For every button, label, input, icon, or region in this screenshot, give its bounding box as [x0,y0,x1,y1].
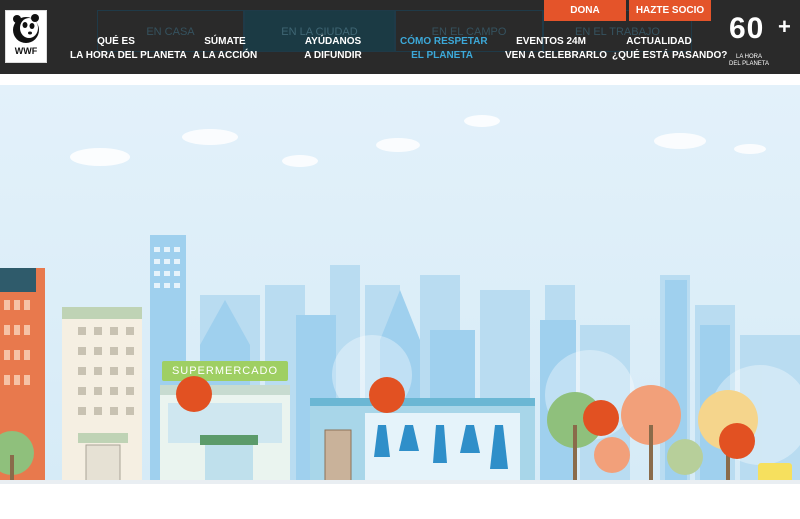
header: WWF EN CASA EN LA CIUDAD EN EL CAMPO EN … [0,0,800,74]
nav-eventos-24m[interactable]: EVENTOS 24M VEN A CELEBRARLO [505,35,608,63]
nav-label-line2: VEN A CELEBRARLO [505,50,608,61]
badge-caption: LA HORA DEL PLANETA [724,54,774,68]
hotspot-supermarket[interactable] [176,376,212,412]
nav-ayudanos[interactable]: AYÚDANOS A DIFUNDIR [298,35,368,63]
nav-label-line2: A LA ACCIÓN [192,50,258,61]
nav-sumate[interactable]: SÚMATE A LA ACCIÓN [190,35,260,63]
nav-label-line2: EL PLANETA [411,50,473,61]
nav-label-line2: A DIFUNDIR [304,50,362,61]
nav-label-line1: QUÉ ES [97,36,135,47]
badge-caption-line2: DEL PLANETA [728,61,769,67]
badge-caption-line1: LA HORA [735,54,762,60]
nav-label-line1: AYÚDANOS [304,36,362,47]
supermarket-sign: SUPERMERCADO [162,361,288,381]
donate-button[interactable]: DONA [544,0,626,21]
nav-como-respetar[interactable]: CÓMO RESPETAR EL PLANETA [400,35,488,63]
city-illustration: SUPERMERCADO [0,85,800,484]
earth-hour-badge[interactable]: 60 + LA HORA DEL PLANETA [724,10,794,68]
nav-actualidad[interactable]: ACTUALIDAD ¿QUÉ ESTÁ PASANDO? [612,35,728,63]
nav-que-es[interactable]: QUÉ ES LA HORA DEL PLANETA [70,35,187,63]
badge-number: 60 [729,12,765,45]
nav-label-line1: EVENTOS 24M [516,36,586,47]
nav-label-line1: ACTUALIDAD [626,36,692,47]
join-button[interactable]: HAZTE SOCIO [629,0,711,21]
wwf-logo[interactable]: WWF [5,10,47,63]
nav-label-line2: LA HORA DEL PLANETA [70,50,187,61]
nav-label-line1: CÓMO RESPETAR [400,36,488,47]
cityscape-svg [0,115,800,484]
nav-label-line1: SÚMATE [204,36,246,47]
logo-text: WWF [14,46,38,56]
nav-label-line2: ¿QUÉ ESTÁ PASANDO? [612,50,728,61]
hotspot-park[interactable] [583,400,619,436]
hotspot-recycling[interactable] [719,423,755,459]
clouds [70,115,766,167]
badge-plus: + [778,14,791,39]
hotspot-boutique[interactable] [369,377,405,413]
